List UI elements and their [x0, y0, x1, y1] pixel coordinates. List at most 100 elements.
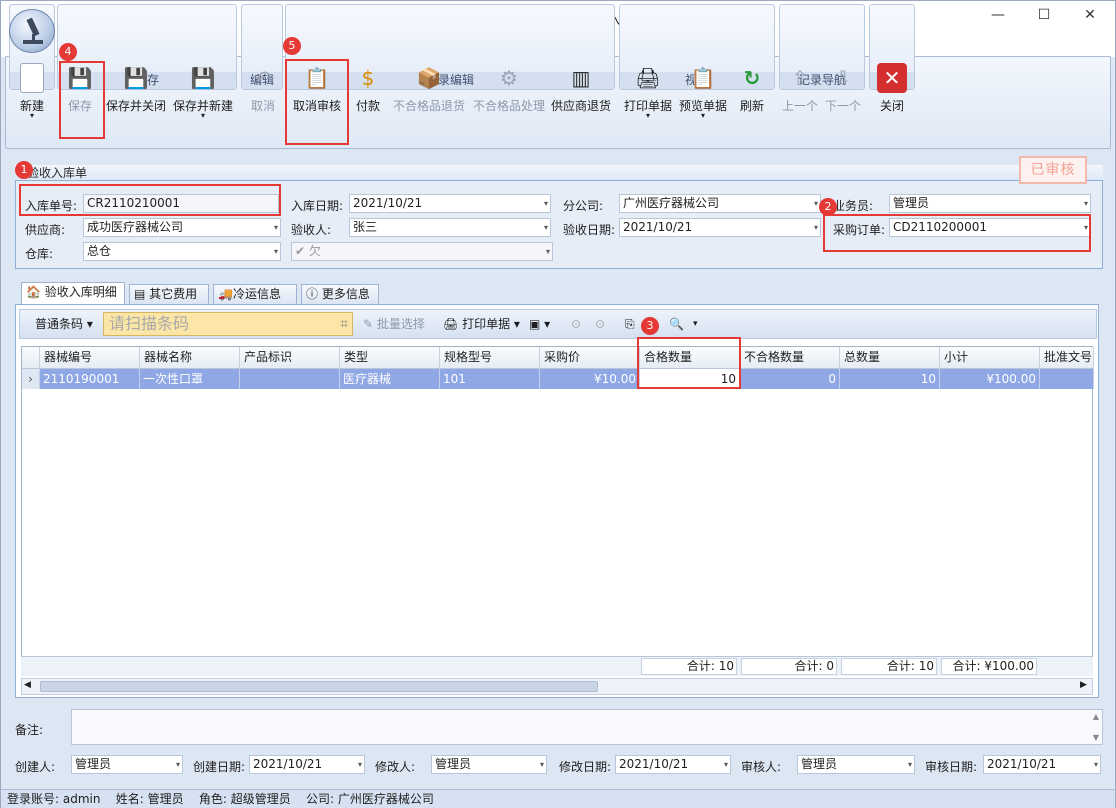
modify-date-field[interactable]: 2021/10/21 ▾ — [615, 755, 731, 774]
horizontal-scrollbar[interactable]: ◀ ▶ — [21, 678, 1093, 695]
close-icon[interactable]: ✕ — [1075, 7, 1105, 27]
column-header[interactable]: 器械编号 — [40, 347, 140, 369]
supplier-field[interactable]: 成功医疗器械公司 ▾ — [83, 218, 281, 237]
table-cell[interactable]: 2110190001 — [40, 369, 140, 389]
owed-field[interactable]: ✔ 欠 ▾ — [291, 242, 553, 261]
table-cell[interactable]: ¥10.00 — [540, 369, 640, 389]
chevron-down-icon[interactable]: ▾ — [1094, 756, 1098, 773]
scroll-up-icon[interactable]: ▲ — [1093, 712, 1099, 721]
info-icon: ⓘ — [306, 287, 322, 301]
inspector-value: 张三 — [353, 220, 378, 234]
chevron-down-icon[interactable]: ▾ — [358, 756, 362, 773]
nonconforming-return-label: 不合格品退货 — [392, 99, 465, 113]
app-menu-button[interactable] — [9, 9, 55, 53]
branch-field[interactable]: 广州医疗器械公司 ▾ — [619, 194, 821, 213]
tab-more-info-label: 更多信息 — [321, 287, 370, 301]
supplier-return-button[interactable]: ▥ 供应商退货 — [549, 63, 613, 123]
table-cell[interactable]: ¥100.00 — [940, 369, 1040, 389]
audit-date-field[interactable]: 2021/10/21 ▾ — [983, 755, 1101, 774]
tab-other-fees[interactable]: ▤ 其它费用 — [129, 284, 209, 304]
print-document-button[interactable]: 🖨 打印单据 ▾ — [443, 315, 520, 333]
receipt-date-field[interactable]: 2021/10/21 ▾ — [349, 194, 551, 213]
chevron-down-icon[interactable]: ▾ — [540, 756, 544, 773]
toolbar-more-icon[interactable]: ▾ — [693, 315, 698, 333]
export-button[interactable]: ▣ ▾ — [529, 315, 550, 333]
copy-icon[interactable]: ⎘ — [625, 315, 635, 333]
cancel-button[interactable]: ↶ 取消 — [245, 63, 281, 123]
preview-doc-button[interactable]: 📋 预览单据 ▾ — [677, 63, 729, 123]
inspector-field[interactable]: 张三 ▾ — [349, 218, 551, 237]
table-cell[interactable]: 10 — [840, 369, 940, 389]
table-cell[interactable]: 101 — [440, 369, 540, 389]
chevron-down-icon[interactable]: ▾ — [908, 756, 912, 773]
chevron-down-icon[interactable]: ▾ — [274, 219, 278, 236]
move-up-icon[interactable]: ⊙ — [571, 315, 581, 333]
chevron-down-icon[interactable]: ▾ — [814, 195, 818, 212]
column-header[interactable]: 器械名称 — [140, 347, 240, 369]
minimize-icon[interactable]: — — [983, 7, 1013, 27]
export-icon: ▣ — [529, 317, 541, 331]
chevron-down-icon[interactable]: ▾ — [1084, 195, 1088, 212]
annotation-badge-1: 1 — [15, 161, 33, 179]
cancel-label: 取消 — [250, 99, 275, 113]
close-button[interactable]: ✕ 关闭 — [873, 63, 911, 123]
chevron-down-icon[interactable]: ▾ — [544, 195, 548, 212]
chevron-down-icon[interactable]: ▾ — [814, 219, 818, 236]
print-doc-button[interactable]: 🖨 打印单据 ▾ — [623, 63, 673, 123]
barcode-scan-input[interactable]: 请扫描条码 ⌗ — [103, 312, 353, 336]
find-icon[interactable]: 🔍 — [669, 315, 684, 333]
row-indicator[interactable]: › — [22, 369, 40, 389]
maximize-icon[interactable]: ☐ — [1029, 7, 1059, 27]
salesperson-value: 管理员 — [893, 196, 930, 210]
column-header[interactable]: 产品标识 — [240, 347, 340, 369]
chevron-down-icon[interactable]: ▾ — [274, 243, 278, 260]
chevron-down-icon[interactable]: ▾ — [724, 756, 728, 773]
column-header[interactable]: 类型 — [340, 347, 440, 369]
scroll-thumb[interactable] — [40, 681, 598, 692]
column-header[interactable]: 采购价 — [540, 347, 640, 369]
table-cell[interactable] — [1040, 369, 1094, 389]
chevron-down-icon[interactable]: ▾ — [546, 243, 550, 260]
remark-textarea[interactable]: ▲ ▼ — [71, 709, 1103, 745]
nonconforming-return-button[interactable]: 📦 不合格品退货 — [391, 63, 467, 123]
receipt-date-value: 2021/10/21 — [353, 196, 423, 210]
creator-label: 创建人: — [15, 760, 56, 774]
tab-more-info[interactable]: ⓘ 更多信息 — [301, 284, 379, 304]
previous-button[interactable]: ⇧ 上一个 — [781, 63, 819, 123]
scroll-down-icon[interactable]: ▼ — [1093, 733, 1099, 742]
column-header[interactable]: 小计 — [940, 347, 1040, 369]
salesperson-field[interactable]: 管理员 ▾ — [889, 194, 1091, 213]
table-cell[interactable]: 0 — [740, 369, 840, 389]
audit-date-label: 审核日期: — [925, 760, 978, 774]
save-and-new-button[interactable]: 💾 保存并新建 ▾ — [171, 63, 235, 123]
move-down-icon[interactable]: ⊙ — [595, 315, 605, 333]
next-button[interactable]: ⇩ 下一个 — [823, 63, 863, 123]
tab-cold-chain[interactable]: 🚚冷运信息 — [213, 284, 297, 304]
warehouse-field[interactable]: 总仓 ▾ — [83, 242, 281, 261]
new-button[interactable]: 新建 ▾ — [13, 63, 51, 123]
barcode-mode-dropdown[interactable]: 普通条码 ▾ — [35, 315, 93, 333]
column-header[interactable]: 总数量 — [840, 347, 940, 369]
next-label: 下一个 — [824, 99, 861, 113]
payment-button[interactable]: $ 付款 — [351, 63, 385, 123]
save-and-close-button[interactable]: 💾 保存并关闭 — [105, 63, 167, 123]
chevron-down-icon[interactable]: ▾ — [544, 219, 548, 236]
batch-select-button[interactable]: ✎ 批量选择 — [363, 315, 425, 333]
nonconforming-handle-button[interactable]: ⚙ 不合格品处理 — [471, 63, 547, 123]
column-header[interactable]: 不合格数量 — [740, 347, 840, 369]
modifier-field[interactable]: 管理员 ▾ — [431, 755, 547, 774]
scroll-right-icon[interactable]: ▶ — [1080, 680, 1087, 690]
creator-field[interactable]: 管理员 ▾ — [71, 755, 183, 774]
column-header[interactable]: 规格型号 — [440, 347, 540, 369]
table-cell[interactable]: 医疗器械 — [340, 369, 440, 389]
tab-receipt-detail[interactable]: 🏠 验收入库明细 — [21, 282, 125, 306]
chevron-down-icon[interactable]: ▾ — [176, 756, 180, 773]
auditor-field[interactable]: 管理员 ▾ — [797, 755, 915, 774]
inspect-date-field[interactable]: 2021/10/21 ▾ — [619, 218, 821, 237]
create-date-field[interactable]: 2021/10/21 ▾ — [249, 755, 365, 774]
refresh-button[interactable]: ↻ 刷新 — [735, 63, 769, 123]
scroll-left-icon[interactable]: ◀ — [24, 680, 31, 690]
column-header[interactable]: 批准文号 — [1040, 347, 1094, 369]
table-cell[interactable] — [240, 369, 340, 389]
table-cell[interactable]: 一次性口罩 — [140, 369, 240, 389]
